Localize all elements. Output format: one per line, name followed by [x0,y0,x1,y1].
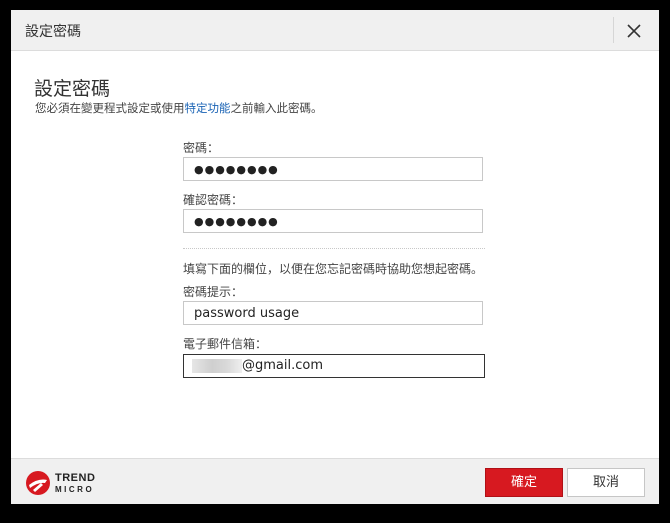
email-input[interactable]: @gmail.com [183,354,485,378]
logo-text-trend: TREND [55,472,96,484]
recovery-info-text: 填寫下面的欄位，以便在您忘記密碼時協助您想起密碼。 [183,262,484,276]
trend-micro-logo: TREND MICRO [25,469,115,497]
password-hint-label: 密碼提示： [183,285,244,299]
section-divider [183,248,485,249]
description-text-before: 您必須在變更程式設定或使用 [35,101,185,115]
email-suffix: @gmail.com [242,358,324,373]
specific-features-link[interactable]: 特定功能 [185,101,231,115]
password-hint-input[interactable] [183,301,483,325]
close-icon[interactable] [623,20,645,42]
title-bar: 設定密碼 [11,10,659,51]
title-separator [613,17,614,43]
redacted-email-prefix [192,359,242,373]
dialog-footer: TREND MICRO 確定 取消 [11,458,659,504]
password-label: 密碼： [183,141,220,155]
cancel-button[interactable]: 取消 [567,468,645,497]
password-input[interactable] [183,157,483,181]
email-label: 電子郵件信箱： [183,337,268,351]
logo-text-micro: MICRO [55,485,95,494]
ok-button[interactable]: 確定 [485,468,563,497]
confirm-password-input[interactable] [183,209,483,233]
page-heading: 設定密碼 [34,78,111,100]
set-password-dialog: 設定密碼 設定密碼 您必須在變更程式設定或使用特定功能之前輸入此密碼。 密碼： … [11,10,659,504]
confirm-password-label: 確認密碼： [183,193,244,207]
description-text-after: 之前輸入此密碼。 [230,101,323,115]
trend-micro-logo-icon [26,471,50,495]
description: 您必須在變更程式設定或使用特定功能之前輸入此密碼。 [35,100,323,116]
window-title: 設定密碼 [25,24,81,40]
